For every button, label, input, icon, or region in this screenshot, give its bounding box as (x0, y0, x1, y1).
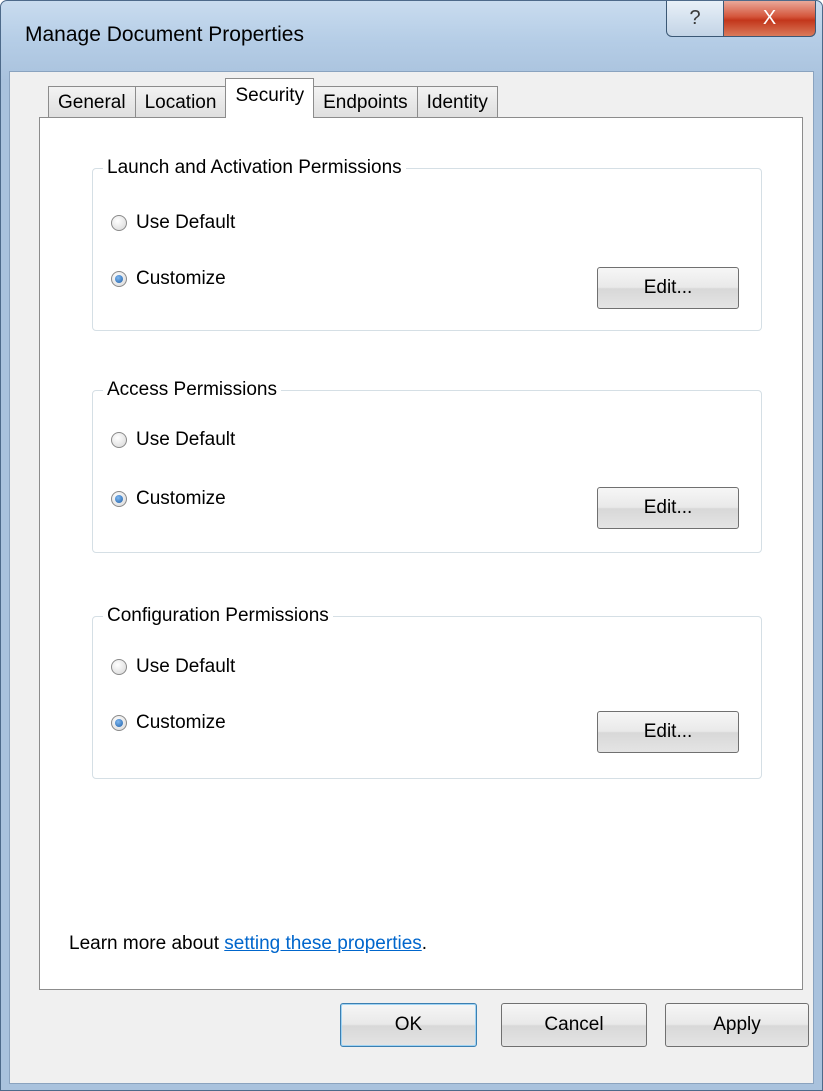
learn-more-prefix: Learn more about (69, 933, 225, 954)
dialog-window: Manage Document Properties ? X General L… (0, 0, 823, 1091)
dialog-client-area: General Location Security Endpoints Iden… (9, 71, 814, 1084)
use-default-radio-option[interactable]: Use Default (111, 429, 235, 451)
use-default-label: Use Default (136, 429, 236, 450)
customize-label: Customize (136, 712, 226, 733)
edit-button[interactable]: Edit... (597, 711, 739, 753)
tab-security[interactable]: Security (225, 78, 315, 118)
group-legend: Configuration Permissions (103, 605, 333, 627)
use-default-radio-option[interactable]: Use Default (111, 656, 235, 678)
customize-label: Customize (136, 268, 226, 289)
tab-general[interactable]: General (48, 86, 136, 118)
cancel-button[interactable]: Cancel (501, 1003, 647, 1047)
customize-label: Customize (136, 488, 226, 509)
customize-radio-option[interactable]: Customize (111, 488, 226, 510)
close-icon: X (762, 7, 777, 29)
use-default-label: Use Default (136, 212, 236, 233)
launch-activation-permissions-group: Launch and Activation Permissions Use De… (92, 157, 762, 331)
ok-button[interactable]: OK (340, 1003, 477, 1047)
customize-radio[interactable] (111, 491, 127, 507)
security-tab-panel: Launch and Activation Permissions Use De… (39, 117, 803, 990)
edit-button[interactable]: Edit... (597, 267, 739, 309)
customize-radio-option[interactable]: Customize (111, 712, 226, 734)
edit-button[interactable]: Edit... (597, 487, 739, 529)
group-legend: Launch and Activation Permissions (103, 157, 406, 179)
apply-button[interactable]: Apply (665, 1003, 809, 1047)
tab-endpoints[interactable]: Endpoints (313, 86, 418, 118)
use-default-radio[interactable] (111, 215, 127, 231)
group-legend: Access Permissions (103, 379, 281, 401)
close-button[interactable]: X (724, 1, 816, 37)
title-bar: Manage Document Properties ? X (1, 1, 822, 71)
tab-location[interactable]: Location (134, 86, 227, 118)
tab-strip: General Location Security Endpoints Iden… (48, 78, 498, 118)
help-icon: ? (689, 7, 701, 29)
use-default-radio[interactable] (111, 432, 127, 448)
help-button[interactable]: ? (666, 1, 724, 37)
use-default-radio[interactable] (111, 659, 127, 675)
learn-more-text: Learn more about setting these propertie… (69, 933, 427, 955)
use-default-radio-option[interactable]: Use Default (111, 212, 235, 234)
caption-buttons: ? X (666, 1, 816, 37)
learn-more-suffix: . (421, 933, 428, 954)
window-title: Manage Document Properties (25, 23, 304, 46)
tab-identity[interactable]: Identity (416, 86, 498, 118)
customize-radio[interactable] (111, 271, 127, 287)
configuration-permissions-group: Configuration Permissions Use Default Cu… (92, 605, 762, 779)
customize-radio-option[interactable]: Customize (111, 268, 226, 290)
customize-radio[interactable] (111, 715, 127, 731)
use-default-label: Use Default (136, 656, 236, 677)
setting-properties-link[interactable]: setting these properties (224, 933, 422, 954)
access-permissions-group: Access Permissions Use Default Customize… (92, 379, 762, 553)
